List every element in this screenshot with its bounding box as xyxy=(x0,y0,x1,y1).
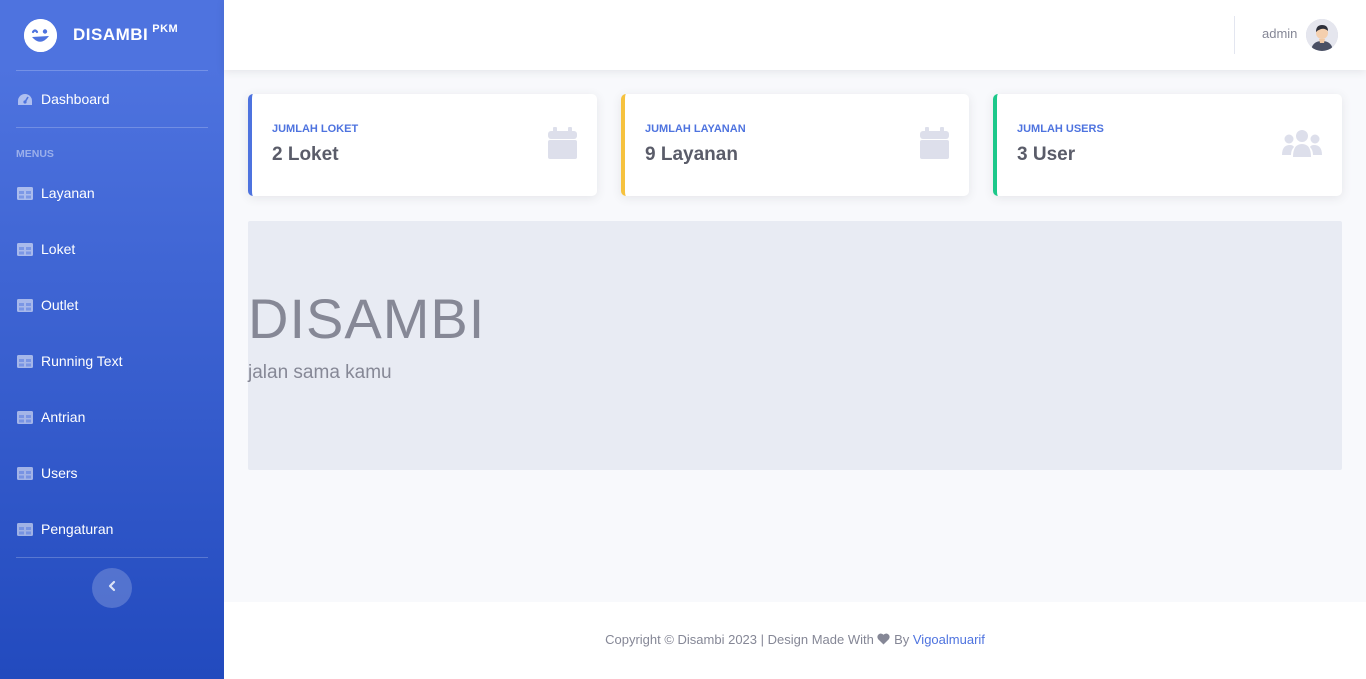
brand-name: DISAMBI PKM xyxy=(73,23,179,45)
jumbotron-title: DISAMBI xyxy=(248,287,486,350)
sidebar-item-outlet[interactable]: Outlet xyxy=(0,277,224,333)
card-value: 9 Layanan xyxy=(645,144,738,165)
card-label: JUMLAH LOKET xyxy=(272,123,359,135)
calendar-icon xyxy=(920,127,949,165)
stat-card-users: JUMLAH USERS 3 User xyxy=(993,94,1342,196)
sidebar: DISAMBI PKM Dashboard MENUS Layanan Loket… xyxy=(0,0,224,679)
table-icon xyxy=(17,242,33,256)
brand-title: DISAMBI xyxy=(73,25,149,44)
stat-card-loket: JUMLAH LOKET 2 Loket xyxy=(248,94,597,196)
sidebar-heading: MENUS xyxy=(16,148,54,160)
table-icon xyxy=(17,354,33,368)
calendar-icon xyxy=(548,127,577,165)
table-icon xyxy=(17,522,33,536)
sidebar-divider xyxy=(16,557,208,558)
table-icon xyxy=(17,466,33,480)
heart-icon xyxy=(877,632,891,647)
author-link[interactable]: Vigoalmuarif xyxy=(913,632,985,647)
users-icon xyxy=(1282,129,1322,162)
chevron-left-icon xyxy=(107,579,117,597)
user-name[interactable]: admin xyxy=(1262,26,1297,41)
table-icon xyxy=(17,410,33,424)
sidebar-toggle-button[interactable] xyxy=(92,568,132,608)
sidebar-item-users[interactable]: Users xyxy=(0,445,224,501)
sidebar-item-layanan[interactable]: Layanan xyxy=(0,165,224,221)
jumbotron-subtitle: jalan sama kamu xyxy=(248,362,392,383)
brand-link[interactable]: DISAMBI PKM xyxy=(0,0,224,70)
sidebar-item-running-text[interactable]: Running Text xyxy=(0,333,224,389)
copyright-prefix: Copyright © Disambi 2023 | Design Made W… xyxy=(605,632,874,647)
sidebar-item-loket[interactable]: Loket xyxy=(0,221,224,277)
tachometer-icon xyxy=(17,93,33,106)
sidebar-item-label: Running Text xyxy=(41,353,123,369)
table-icon xyxy=(17,298,33,312)
copyright-text: Copyright © Disambi 2023 | Design Made W… xyxy=(224,632,1366,647)
sidebar-divider xyxy=(16,127,208,128)
sidebar-item-label: Antrian xyxy=(41,409,86,425)
user-avatar[interactable] xyxy=(1306,19,1338,51)
topbar: admin xyxy=(224,0,1366,70)
sidebar-item-label: Users xyxy=(41,465,78,481)
topbar-divider xyxy=(1234,16,1235,54)
card-label: JUMLAH USERS xyxy=(1017,123,1104,135)
sidebar-item-label: Loket xyxy=(41,241,76,257)
sidebar-item-label: Pengaturan xyxy=(41,521,114,537)
table-icon xyxy=(17,186,33,200)
sidebar-item-label: Outlet xyxy=(41,297,79,313)
sidebar-item-label: Layanan xyxy=(41,185,95,201)
stat-card-layanan: JUMLAH LAYANAN 9 Layanan xyxy=(621,94,969,196)
sidebar-item-dashboard[interactable]: Dashboard xyxy=(0,71,224,127)
brand-sup: PKM xyxy=(152,23,179,35)
sidebar-item-antrian[interactable]: Antrian xyxy=(0,389,224,445)
sidebar-item-label: Dashboard xyxy=(41,91,110,107)
sidebar-item-pengaturan[interactable]: Pengaturan xyxy=(0,501,224,557)
wink-smile-icon xyxy=(24,18,57,52)
copyright-by: By xyxy=(894,632,910,647)
card-value: 2 Loket xyxy=(272,144,339,165)
card-value: 3 User xyxy=(1017,144,1076,165)
footer: Copyright © Disambi 2023 | Design Made W… xyxy=(224,602,1366,679)
card-label: JUMLAH LAYANAN xyxy=(645,123,746,135)
